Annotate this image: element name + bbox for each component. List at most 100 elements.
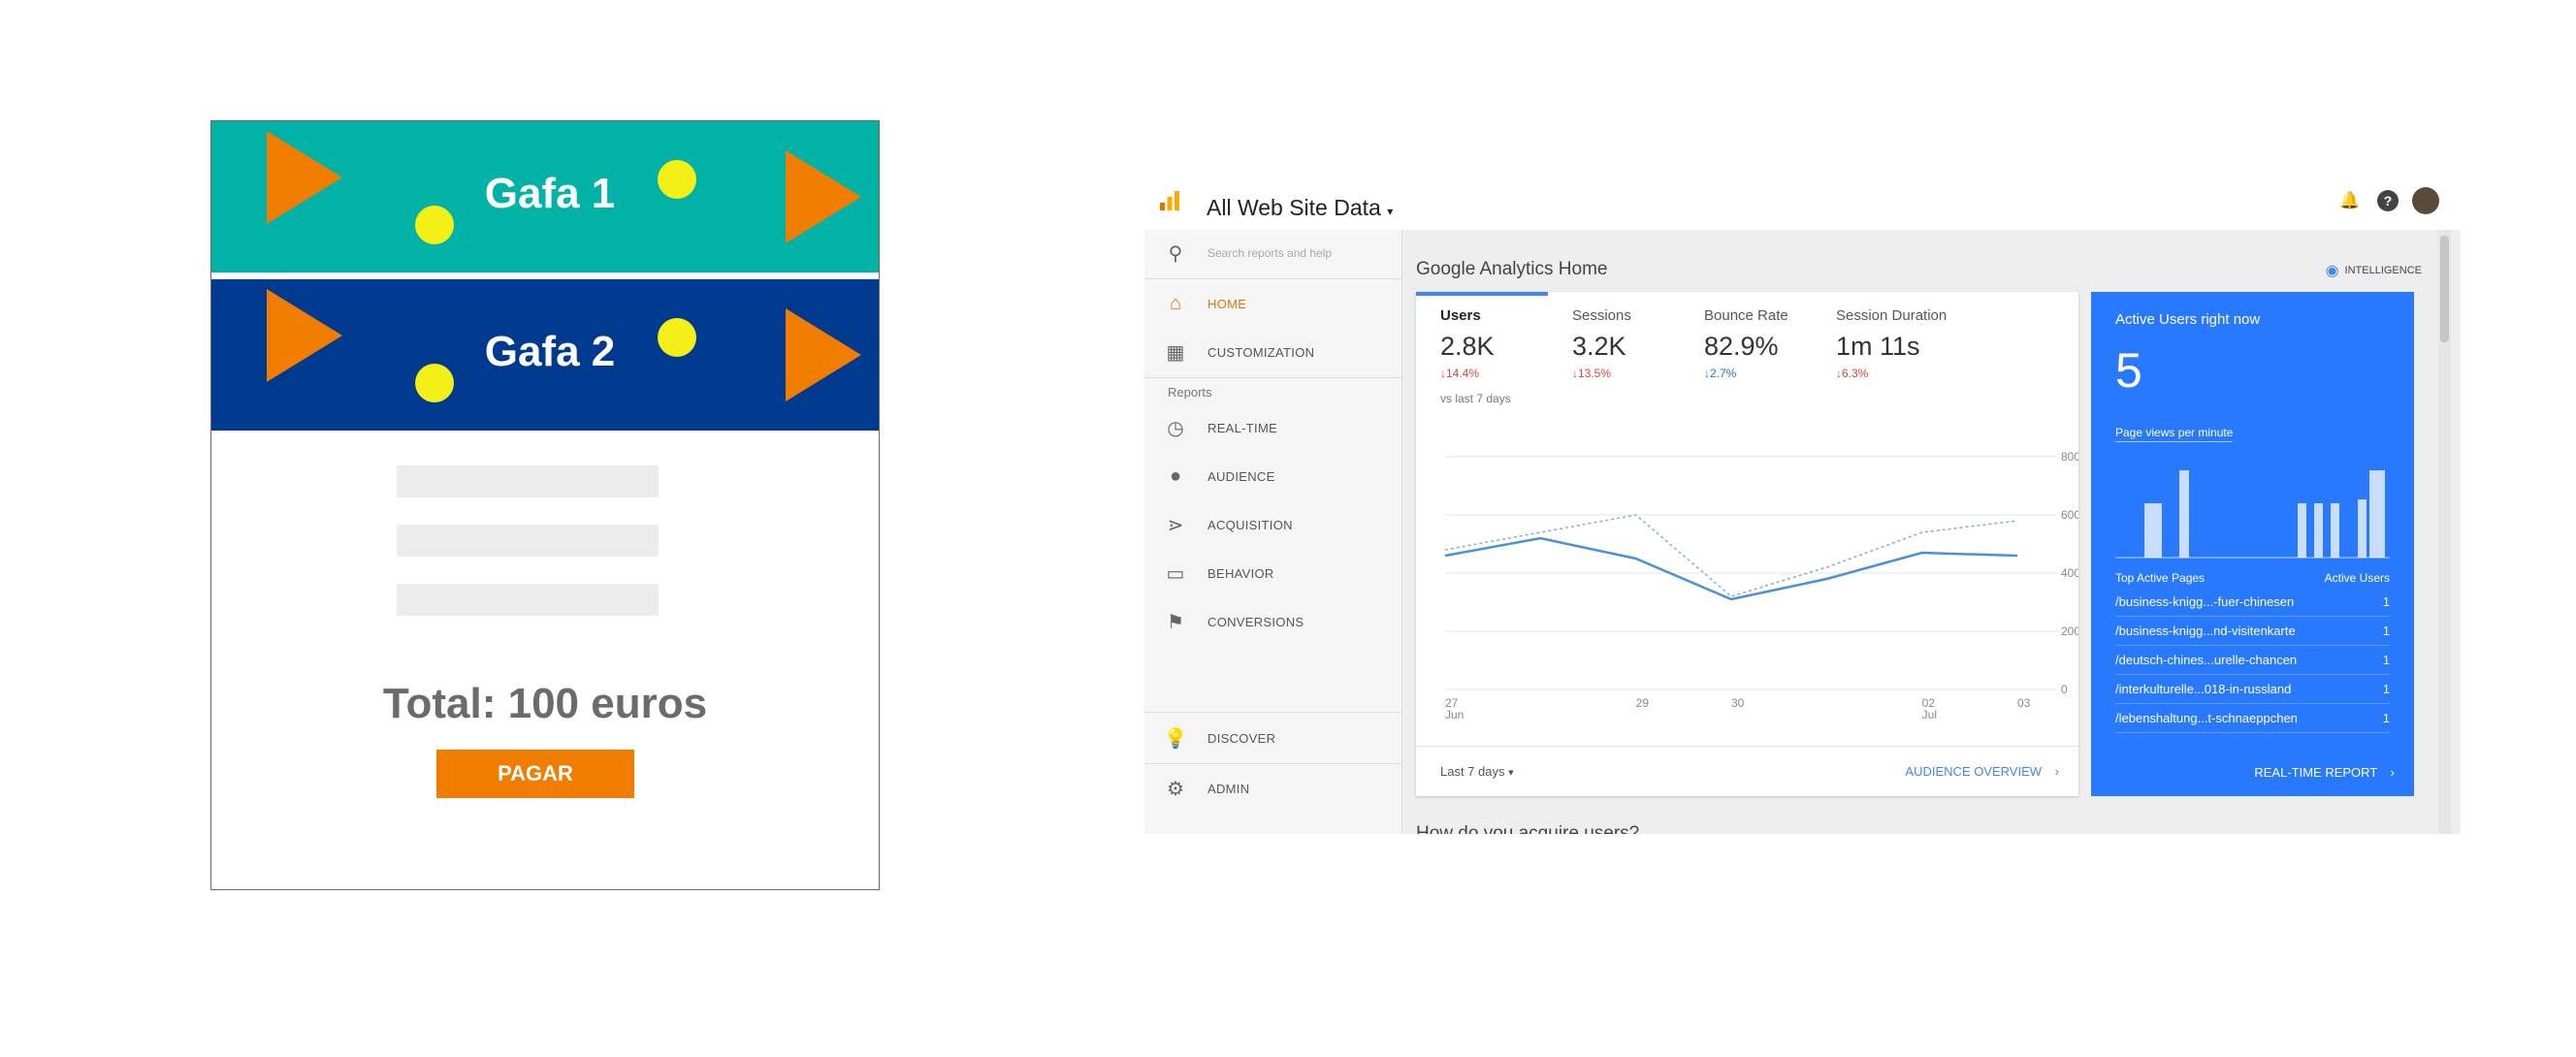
list-item[interactable]: /lebenshaltung...t-schnaeppchen 1 — [2115, 703, 2390, 733]
notifications-icon[interactable]: 🔔 — [2336, 187, 2364, 214]
audience-overview-link[interactable]: AUDIENCE OVERVIEW › — [1905, 764, 2059, 779]
page-count: 1 — [2382, 711, 2390, 725]
active-tab-indicator — [1416, 292, 1548, 296]
reports-heading: Reports — [1168, 385, 1212, 400]
triangle-decoration — [786, 308, 861, 401]
scrollbar-thumb[interactable] — [2440, 236, 2449, 342]
comparison-note: vs last 7 days — [1440, 392, 1511, 405]
sidebar-item-label: ACQUISITION — [1208, 517, 1293, 532]
sidebar-item-label: HOME — [1208, 296, 1247, 311]
lightbulb-icon: 💡 — [1163, 727, 1188, 750]
total-amount: Total: 100 euros — [382, 680, 708, 727]
property-name: All Web Site Data — [1207, 195, 1381, 220]
acquisition-icon: ⋗ — [1167, 514, 1184, 536]
page-path: /lebenshaltung...t-schnaeppchen — [2115, 711, 2298, 725]
section-heading: How do you acquire users? — [1416, 823, 1640, 834]
dashboard-icon: ▦ — [1166, 341, 1185, 364]
banner-gafa-2[interactable]: Gafa 2 — [211, 279, 879, 431]
page-path: /business-knigg...nd-visitenkarte — [2115, 624, 2296, 638]
page-count: 1 — [2382, 653, 2390, 667]
analytics-logo-icon — [1160, 191, 1179, 210]
x-tick-label: Jun — [1445, 708, 1464, 721]
realtime-report-label: REAL-TIME REPORT — [2254, 765, 2378, 780]
dot-decoration — [658, 160, 696, 199]
date-range-label: Last 7 days — [1440, 764, 1505, 779]
divider — [1144, 763, 1401, 764]
series-line-current — [1444, 536, 2018, 601]
avatar[interactable] — [2412, 187, 2439, 214]
sidebar-item-home[interactable]: ⌂ HOME — [1144, 280, 1401, 327]
home-icon: ⌂ — [1169, 292, 1182, 314]
sidebar-item-conversions[interactable]: ⚑ CONVERSIONS — [1144, 598, 1401, 645]
metric-value: 2.8K — [1440, 332, 1495, 361]
page-count: 1 — [2382, 682, 2390, 696]
sidebar-item-admin[interactable]: ⚙ ADMIN — [1144, 765, 1401, 812]
realtime-title: Active Users right now — [2115, 311, 2261, 328]
scrollbar[interactable] — [2438, 230, 2451, 834]
search-input[interactable]: Search reports and help — [1208, 246, 1332, 260]
banner-title: Gafa 2 — [484, 328, 616, 375]
form-field-2[interactable] — [397, 525, 659, 557]
card-footer: Last 7 days ▾ AUDIENCE OVERVIEW › — [1416, 746, 2078, 797]
metric-users[interactable]: Users 2.8K ↓14.4% — [1440, 307, 1495, 380]
intelligence-button[interactable]: ◉ INTELLIGENCE — [2326, 261, 2422, 280]
form-field-1[interactable] — [397, 465, 659, 497]
chevron-right-icon: › — [2390, 765, 2395, 780]
pay-button[interactable]: PAGAR — [436, 750, 634, 798]
realtime-report-link[interactable]: REAL-TIME REPORT › — [2254, 765, 2395, 780]
page-count: 1 — [2382, 624, 2390, 638]
metric-session-duration[interactable]: Session Duration 1m 11s ↓6.3% — [1836, 307, 1947, 380]
person-icon: ● — [1169, 464, 1182, 487]
behavior-icon: ▭ — [1166, 562, 1185, 585]
metric-change: ↓14.4% — [1440, 367, 1480, 380]
sidebar-item-behavior[interactable]: ▭ BEHAVIOR — [1144, 550, 1401, 596]
sidebar-item-discover[interactable]: 💡 DISCOVER — [1144, 715, 1401, 761]
bar — [2331, 503, 2339, 558]
sidebar-item-acquisition[interactable]: ⋗ ACQUISITION — [1144, 501, 1401, 548]
x-tick-label: 03 — [2017, 696, 2031, 710]
list-item[interactable]: /deutsch-chines...urelle-chancen 1 — [2115, 645, 2390, 675]
main-content: Google Analytics Home ◉ INTELLIGENCE Use… — [1402, 230, 2461, 834]
pageviews-per-minute-label: Page views per minute — [2115, 426, 2234, 442]
sidebar-item-label: REAL-TIME — [1208, 420, 1278, 435]
active-users-label: Active Users — [2324, 571, 2390, 585]
search-icon: ⚲ — [1168, 242, 1183, 265]
list-item[interactable]: /business-knigg...-fuer-chinesen 1 — [2115, 587, 2390, 617]
clock-icon: ◷ — [1167, 417, 1184, 439]
divider — [1144, 377, 1401, 378]
page-title: Google Analytics Home — [1416, 259, 1608, 279]
x-tick-label: Jul — [1922, 708, 1937, 721]
sidebar: ⚲ Search reports and help ⌂ HOME ▦ CUSTO… — [1144, 230, 1402, 834]
analytics-screenshot: All Web Site Data ▾ 🔔 ? ⚲ Search reports… — [1144, 179, 2461, 834]
sidebar-item-label: AUDIENCE — [1208, 468, 1275, 484]
form-field-3[interactable] — [397, 584, 659, 616]
metric-value: 1m 11s — [1836, 332, 1920, 361]
page-count: 1 — [2382, 594, 2390, 609]
search-box[interactable]: ⚲ Search reports and help — [1144, 230, 1401, 276]
sidebar-item-audience[interactable]: ● AUDIENCE — [1144, 453, 1401, 499]
y-tick-label: 200 — [2061, 625, 2078, 638]
flag-icon: ⚑ — [1167, 611, 1184, 633]
banner-gafa-1[interactable]: Gafa 1 — [211, 121, 879, 272]
metric-label: Bounce Rate — [1704, 307, 1788, 324]
sidebar-item-label: BEHAVIOR — [1208, 565, 1274, 581]
list-item[interactable]: /business-knigg...nd-visitenkarte 1 — [2115, 616, 2390, 646]
top-bar: All Web Site Data ▾ 🔔 ? — [1144, 179, 2461, 230]
series-line-previous — [1444, 514, 2018, 597]
sidebar-item-customization[interactable]: ▦ CUSTOMIZATION — [1144, 329, 1401, 375]
active-users-count: 5 — [2115, 343, 2142, 398]
x-tick-label: 29 — [1636, 696, 1650, 710]
metric-change: ↓6.3% — [1836, 367, 1869, 380]
metric-value: 3.2K — [1572, 332, 1626, 361]
list-item[interactable]: /interkulturelle...018-in-russland 1 — [2115, 674, 2390, 704]
y-tick-label: 800 — [2061, 450, 2078, 464]
help-icon[interactable]: ? — [2377, 190, 2399, 211]
bar — [2369, 470, 2385, 558]
metric-label: Sessions — [1572, 307, 1631, 324]
intelligence-icon: ◉ — [2325, 263, 2339, 279]
sidebar-item-realtime[interactable]: ◷ REAL-TIME — [1144, 404, 1401, 451]
property-selector[interactable]: All Web Site Data ▾ — [1207, 195, 1393, 221]
date-range-selector[interactable]: Last 7 days ▾ — [1440, 764, 1514, 779]
metric-bounce-rate[interactable]: Bounce Rate 82.9% ↓2.7% — [1704, 307, 1788, 380]
metric-sessions[interactable]: Sessions 3.2K ↓13.5% — [1572, 307, 1631, 380]
